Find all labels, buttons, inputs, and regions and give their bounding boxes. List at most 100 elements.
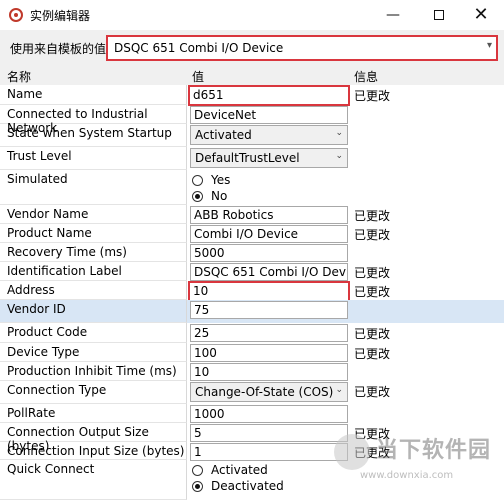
- property-value-input[interactable]: ABB Robotics: [190, 206, 348, 224]
- property-name: Production Inhibit Time (ms): [0, 362, 187, 381]
- property-value-dropdown[interactable]: Activated ⌄: [190, 125, 348, 145]
- dropdown-value: Activated: [195, 128, 252, 142]
- property-value-input[interactable]: 1: [190, 443, 348, 461]
- maximize-button[interactable]: [416, 0, 462, 30]
- property-value-input[interactable]: 10: [190, 363, 348, 381]
- app-logo-icon: [9, 8, 23, 22]
- property-name: Identification Label: [0, 262, 187, 281]
- property-info: 已更改: [354, 347, 391, 361]
- property-value-cell: Activated Deactivated: [188, 460, 350, 500]
- dropdown-value: DefaultTrustLevel: [195, 151, 300, 165]
- grid-header: 名称 值 信息: [0, 66, 504, 85]
- property-name: Quick Connect: [0, 460, 187, 500]
- property-name: Vendor Name: [0, 205, 187, 224]
- property-name: Product Name: [0, 224, 187, 243]
- chevron-down-icon: ⌄: [335, 151, 343, 161]
- property-row[interactable]: Identification Label DSQC 651 Combi I/O D…: [0, 262, 504, 281]
- property-info: 已更改: [354, 327, 391, 341]
- chevron-down-icon: ⌄: [335, 385, 343, 395]
- property-value-input[interactable]: DeviceNet: [190, 106, 348, 124]
- property-name: Connection Input Size (bytes): [0, 442, 187, 460]
- radio-option[interactable]: Yes: [192, 172, 230, 188]
- property-value-dropdown[interactable]: DefaultTrustLevel ⌄: [190, 148, 348, 168]
- property-row[interactable]: Connection Type Change-Of-State (COS) ⌄ 已更改: [0, 381, 504, 404]
- property-row[interactable]: Product Name Combi I/O Device 已更改: [0, 224, 504, 243]
- maximize-icon: [434, 10, 444, 20]
- property-name: Connected to Industrial Network: [0, 105, 187, 135]
- property-row[interactable]: Connected to Industrial Network DeviceNet: [0, 105, 504, 135]
- property-value-cell: Activated ⌄: [188, 124, 350, 147]
- property-row[interactable]: Simulated Yes No: [0, 170, 504, 205]
- property-name: Address: [0, 281, 187, 300]
- header-info: 信息: [354, 70, 379, 84]
- property-value-cell: 10: [188, 362, 350, 381]
- property-row[interactable]: Trust Level DefaultTrustLevel ⌄: [0, 147, 504, 170]
- property-row[interactable]: Production Inhibit Time (ms) 10: [0, 362, 504, 381]
- property-value-dropdown[interactable]: Change-Of-State (COS) ⌄: [190, 382, 348, 402]
- property-name: Trust Level: [0, 147, 187, 170]
- property-row[interactable]: PollRate 1000: [0, 404, 504, 423]
- property-name: Device Type: [0, 343, 187, 362]
- header-name: 名称: [7, 70, 32, 84]
- watermark-logo-icon: [334, 434, 370, 470]
- radio-button[interactable]: [192, 480, 203, 492]
- property-value-cell: 1000: [188, 404, 350, 423]
- property-value-cell: DefaultTrustLevel ⌄: [188, 147, 350, 170]
- property-row[interactable]: Vendor Name ABB Robotics 已更改: [0, 205, 504, 224]
- watermark: 当下软件园 www.downxia.com: [330, 430, 500, 490]
- property-value-input[interactable]: 100: [190, 344, 348, 362]
- radio-option[interactable]: Deactivated: [192, 478, 284, 494]
- minimize-button[interactable]: —: [370, 0, 416, 30]
- property-value-input[interactable]: Combi I/O Device: [190, 225, 348, 243]
- property-value-cell: 5: [188, 423, 350, 442]
- property-name: Connection Output Size (bytes): [0, 423, 187, 453]
- property-row[interactable]: State when System Startup Activated ⌄: [0, 124, 504, 147]
- property-value-input[interactable]: 5000: [190, 244, 348, 262]
- property-info: 已更改: [354, 209, 391, 223]
- property-value-cell: 1: [188, 442, 350, 461]
- chevron-down-icon: ▾: [486, 40, 492, 51]
- property-name: State when System Startup: [0, 124, 187, 147]
- property-row[interactable]: Vendor ID 75: [0, 300, 504, 323]
- watermark-text: 当下软件园: [376, 438, 492, 463]
- radio-button[interactable]: [192, 174, 203, 186]
- property-row[interactable]: Address 10 已更改: [0, 281, 504, 302]
- template-select[interactable]: DSQC 651 Combi I/O Device ▾: [106, 35, 498, 61]
- property-row[interactable]: Recovery Time (ms) 5000: [0, 243, 504, 262]
- window-title: 实例编辑器: [30, 9, 91, 23]
- property-value-input[interactable]: 1000: [190, 405, 348, 423]
- property-value-input[interactable]: 5: [190, 424, 348, 442]
- property-info: 已更改: [354, 266, 391, 280]
- property-value-input[interactable]: DSQC 651 Combi I/O Device: [190, 263, 348, 281]
- property-value-cell: d651: [188, 85, 350, 106]
- radio-button[interactable]: [192, 190, 203, 202]
- property-info: 已更改: [354, 89, 391, 103]
- property-info: 已更改: [354, 228, 391, 242]
- property-row[interactable]: Product Code 25 已更改: [0, 323, 504, 343]
- property-name: Connection Type: [0, 381, 187, 404]
- property-value-cell: DSQC 651 Combi I/O Device: [188, 262, 350, 281]
- property-value-input[interactable]: d651: [188, 85, 350, 106]
- close-button[interactable]: ✕: [458, 0, 504, 30]
- radio-option[interactable]: No: [192, 188, 227, 204]
- property-value-cell: 75: [188, 300, 350, 323]
- property-value-cell: DeviceNet: [188, 105, 350, 124]
- minimize-icon: —: [386, 7, 400, 23]
- dropdown-value: Change-Of-State (COS): [195, 385, 334, 399]
- property-value-input[interactable]: 25: [190, 324, 348, 342]
- property-name: Simulated: [0, 170, 187, 205]
- property-row[interactable]: Device Type 100 已更改: [0, 343, 504, 362]
- property-name: Recovery Time (ms): [0, 243, 187, 262]
- property-name: PollRate: [0, 404, 187, 423]
- property-value-input[interactable]: 10: [188, 281, 350, 302]
- property-value-cell: 10: [188, 281, 350, 302]
- property-row[interactable]: Name d651 已更改: [0, 85, 504, 106]
- watermark-url: www.downxia.com: [360, 470, 454, 481]
- chevron-down-icon: ⌄: [335, 128, 343, 138]
- title-bar: 实例编辑器 — ✕: [0, 0, 504, 30]
- radio-label: Activated: [211, 463, 268, 477]
- property-value-input[interactable]: 75: [190, 301, 348, 319]
- radio-button[interactable]: [192, 464, 203, 476]
- property-value-cell: Yes No: [188, 170, 350, 205]
- radio-option[interactable]: Activated: [192, 462, 268, 478]
